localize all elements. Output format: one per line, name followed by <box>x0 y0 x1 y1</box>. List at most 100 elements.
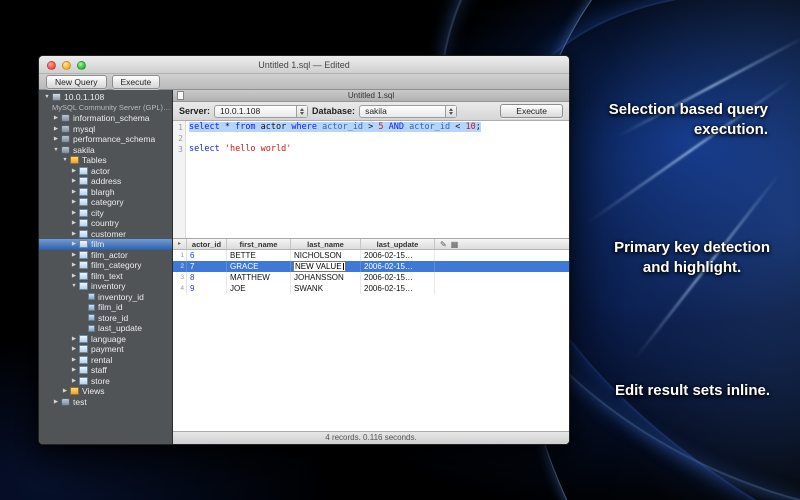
sidebar-item-test[interactable]: ▶test <box>39 397 172 408</box>
cell-last_name[interactable]: SWANK <box>291 283 361 294</box>
disclosure-collapsed-icon[interactable]: ▶ <box>61 388 69 394</box>
cell-last_update[interactable]: 2006-02-15… <box>361 283 435 294</box>
column-header-first_name[interactable]: first_name <box>227 239 291 249</box>
sidebar-item-mysql-community-server-gpl-5-6-1[interactable]: MySQL Community Server (GPL) 5.6.1... <box>39 103 172 114</box>
sidebar-item-city[interactable]: ▶city <box>39 208 172 219</box>
disclosure-collapsed-icon[interactable]: ▶ <box>70 210 78 216</box>
sidebar-item-store[interactable]: ▶store <box>39 376 172 387</box>
disclosure-collapsed-icon[interactable]: ▶ <box>70 178 78 184</box>
table-row[interactable]: 49JOESWANK2006-02-15… <box>173 283 569 294</box>
disclosure-collapsed-icon[interactable]: ▶ <box>70 168 78 174</box>
sidebar-item-inventory[interactable]: ▼inventory <box>39 281 172 292</box>
disclosure-collapsed-icon[interactable]: ▶ <box>70 262 78 268</box>
disclosure-expanded-icon[interactable]: ▼ <box>43 94 51 100</box>
cell-first_name[interactable]: JOE <box>227 283 291 294</box>
disclosure-expanded-icon[interactable]: ▼ <box>52 147 60 153</box>
sidebar-item-language[interactable]: ▶language <box>39 334 172 345</box>
database-dropdown[interactable]: sakila <box>359 105 457 118</box>
cell-last_name[interactable]: NICHOLSON <box>291 250 361 261</box>
sidebar-item-country[interactable]: ▶country <box>39 218 172 229</box>
sidebar-item-sakila[interactable]: ▼sakila <box>39 145 172 156</box>
disclosure-expanded-icon[interactable]: ▼ <box>70 283 78 289</box>
sidebar-item-performance-schema[interactable]: ▶performance_schema <box>39 134 172 145</box>
server-dropdown[interactable]: 10.0.1.108 <box>214 105 308 118</box>
disclosure-collapsed-icon[interactable]: ▶ <box>52 115 60 121</box>
zoom-button[interactable] <box>77 61 86 70</box>
grid-icon[interactable]: ▦ <box>451 240 459 249</box>
sidebar-item-category[interactable]: ▶category <box>39 197 172 208</box>
disclosure-collapsed-icon[interactable]: ▶ <box>52 126 60 132</box>
sidebar-item-film-category[interactable]: ▶film_category <box>39 260 172 271</box>
disclosure-collapsed-icon[interactable]: ▶ <box>70 336 78 342</box>
sidebar-item-last-update[interactable]: last_update <box>39 323 172 334</box>
sidebar-item-inventory-id[interactable]: inventory_id <box>39 292 172 303</box>
cell-actor_id[interactable]: 8 <box>187 272 227 283</box>
sidebar-item-film[interactable]: ▶film <box>39 239 172 250</box>
sidebar-item-customer[interactable]: ▶customer <box>39 229 172 240</box>
cell-actor_id[interactable]: 7 <box>187 261 227 272</box>
sidebar-item-payment[interactable]: ▶payment <box>39 344 172 355</box>
sidebar-item-information-schema[interactable]: ▶information_schema <box>39 113 172 124</box>
disclosure-collapsed-icon[interactable]: ▶ <box>70 378 78 384</box>
close-button[interactable] <box>47 61 56 70</box>
sql-token: actor_id <box>409 122 450 132</box>
sql-editor[interactable]: 123 select * from actor where actor_id >… <box>173 121 569 239</box>
window-titlebar[interactable]: Untitled 1.sql — Edited <box>39 56 569 74</box>
sidebar-item-blargh[interactable]: ▶ blargh <box>39 187 172 198</box>
table-row[interactable]: 38MATTHEWJOHANSSON2006-02-15… <box>173 272 569 283</box>
disclosure-collapsed-icon[interactable]: ▶ <box>70 367 78 373</box>
cell-last_update[interactable]: 2006-02-15… <box>361 272 435 283</box>
editor-code-area[interactable]: select * from actor where actor_id > 5 A… <box>186 121 569 238</box>
column-icon <box>88 304 95 311</box>
disclosure-collapsed-icon[interactable]: ▶ <box>52 136 60 142</box>
cell-actor_id[interactable]: 6 <box>187 250 227 261</box>
cell-actor_id[interactable]: 9 <box>187 283 227 294</box>
cell-first_name[interactable]: MATTHEW <box>227 272 291 283</box>
sidebar-item-film-id[interactable]: film_id <box>39 302 172 313</box>
inline-edit-field[interactable]: NEW VALUE <box>294 262 345 271</box>
sidebar-item-10-0-1-108[interactable]: ▼10.0.1.108 <box>39 92 172 103</box>
sidebar-item-staff[interactable]: ▶staff <box>39 365 172 376</box>
cell-last_name[interactable]: NEW VALUE <box>291 261 361 272</box>
server-dropdown-value: 10.0.1.108 <box>220 106 296 116</box>
sidebar-item-address[interactable]: ▶address <box>39 176 172 187</box>
new-query-button[interactable]: New Query <box>46 75 107 89</box>
cell-first_name[interactable]: GRACE <box>227 261 291 272</box>
sidebar-item-label: blargh <box>91 187 115 197</box>
sidebar-item-tables[interactable]: ▼Tables <box>39 155 172 166</box>
row-number: 4 <box>173 283 187 294</box>
table-row[interactable]: 16BETTENICHOLSON2006-02-15… <box>173 250 569 261</box>
column-header-last_update[interactable]: last_update <box>361 239 435 249</box>
execute-toolbar-button[interactable]: Execute <box>112 75 161 89</box>
disclosure-collapsed-icon[interactable]: ▶ <box>52 399 60 405</box>
tab-untitled-sql[interactable]: Untitled 1.sql <box>173 91 569 100</box>
table-row[interactable]: 27GRACENEW VALUE2006-02-15… <box>173 261 569 272</box>
execute-query-button[interactable]: Execute <box>500 104 563 118</box>
results-header-row: ▸ actor_idfirst_namelast_namelast_update… <box>173 239 569 250</box>
edit-pencil-icon[interactable]: ✎ <box>440 240 447 249</box>
minimize-button[interactable] <box>62 61 71 70</box>
sidebar-item-film-text[interactable]: ▶film_text <box>39 271 172 282</box>
column-header-actor_id[interactable]: actor_id <box>187 239 227 249</box>
cell-first_name[interactable]: BETTE <box>227 250 291 261</box>
disclosure-collapsed-icon[interactable]: ▶ <box>70 189 78 195</box>
disclosure-collapsed-icon[interactable]: ▶ <box>70 273 78 279</box>
disclosure-expanded-icon[interactable]: ▼ <box>61 157 69 163</box>
disclosure-collapsed-icon[interactable]: ▶ <box>70 231 78 237</box>
sidebar-item-film-actor[interactable]: ▶film_actor <box>39 250 172 261</box>
sidebar-item-rental[interactable]: ▶rental <box>39 355 172 366</box>
sidebar-item-views[interactable]: ▶Views <box>39 386 172 397</box>
disclosure-collapsed-icon[interactable]: ▶ <box>70 241 78 247</box>
disclosure-collapsed-icon[interactable]: ▶ <box>70 346 78 352</box>
disclosure-collapsed-icon[interactable]: ▶ <box>70 199 78 205</box>
disclosure-collapsed-icon[interactable]: ▶ <box>70 220 78 226</box>
column-header-last_name[interactable]: last_name <box>291 239 361 249</box>
sidebar-item-store-id[interactable]: store_id <box>39 313 172 324</box>
cell-last_update[interactable]: 2006-02-15… <box>361 261 435 272</box>
cell-last_update[interactable]: 2006-02-15… <box>361 250 435 261</box>
cell-last_name[interactable]: JOHANSSON <box>291 272 361 283</box>
sidebar-item-actor[interactable]: ▶actor <box>39 166 172 177</box>
sidebar-item-mysql[interactable]: ▶mysql <box>39 124 172 135</box>
disclosure-collapsed-icon[interactable]: ▶ <box>70 252 78 258</box>
disclosure-collapsed-icon[interactable]: ▶ <box>70 357 78 363</box>
